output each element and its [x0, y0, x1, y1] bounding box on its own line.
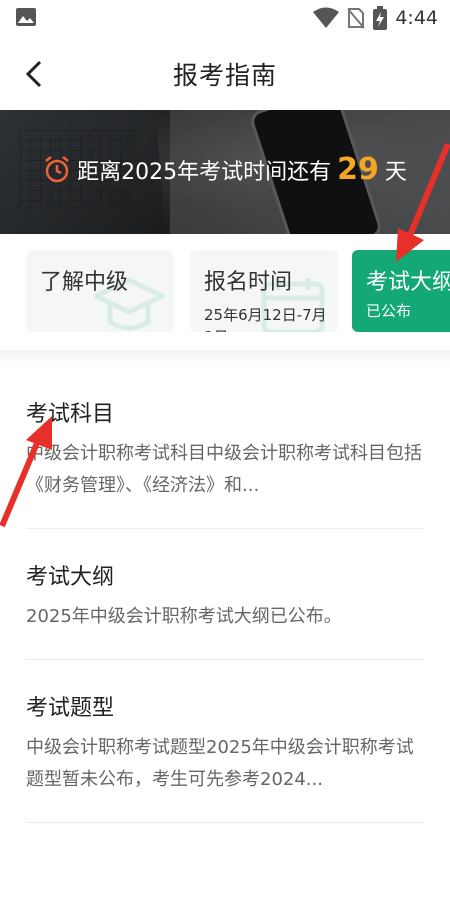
wifi-icon: [313, 7, 340, 28]
countdown-text: 距离2025年考试时间还有 29 天: [0, 152, 450, 187]
tab-title: 考试大纲: [366, 270, 450, 295]
list-item-desc: 中级会计职称考试题型2025年中级会计职称考试题型暂未公布，考生可先参考2024…: [26, 737, 414, 790]
tab-exam-syllabus[interactable]: 考试大纲 已公布: [352, 250, 450, 332]
guide-tabs: 了解中级 报名时间 25年6月12日-7月2日 考试大纲 已公布: [0, 234, 450, 350]
tab-subtitle: 25年6月12日-7月2日: [204, 306, 327, 332]
tab-subtitle: 已公布: [366, 302, 412, 320]
alarm-clock-icon: [45, 155, 69, 182]
battery-icon: [373, 6, 388, 30]
status-time: 4:44: [395, 7, 438, 29]
tab-title: 了解中级: [40, 270, 129, 295]
no-sim-icon: [347, 8, 366, 29]
list-item-desc: 2025年中级会计职称考试大纲已公布。: [26, 606, 342, 627]
countdown-banner: 距离2025年考试时间还有 29 天: [0, 110, 450, 234]
tab-about-intermediate[interactable]: 了解中级: [26, 250, 174, 332]
list-item-exam-question-types[interactable]: 考试题型 中级会计职称考试题型2025年中级会计职称考试题型暂未公布，考生可先参…: [26, 660, 424, 823]
list-item-exam-syllabus[interactable]: 考试大纲 2025年中级会计职称考试大纲已公布。: [26, 529, 424, 660]
status-bar: 4:44: [0, 0, 450, 36]
header: 报考指南: [0, 36, 450, 110]
tab-registration-time[interactable]: 报名时间 25年6月12日-7月2日: [190, 250, 338, 332]
guide-list: 考试科目 中级会计职称考试科目中级会计职称考试科目包括《财务管理》、《经济法》和…: [26, 372, 424, 823]
image-icon: [16, 8, 36, 26]
list-item-title: 考试大纲: [26, 565, 115, 590]
section-divider: [0, 350, 450, 364]
countdown-suffix: 天: [384, 159, 407, 185]
countdown-prefix: 距离2025年考试时间还有: [77, 159, 332, 185]
page-title: 报考指南: [172, 61, 277, 90]
list-item-title: 考试题型: [26, 696, 115, 721]
list-item-exam-subjects[interactable]: 考试科目 中级会计职称考试科目中级会计职称考试科目包括《财务管理》、《经济法》和…: [26, 372, 424, 529]
list-item-desc: 中级会计职称考试科目中级会计职称考试科目包括《财务管理》、《经济法》和...: [26, 443, 422, 496]
countdown-days: 29: [337, 152, 379, 187]
tab-title: 报名时间: [204, 270, 293, 295]
list-item-title: 考试科目: [26, 402, 115, 427]
